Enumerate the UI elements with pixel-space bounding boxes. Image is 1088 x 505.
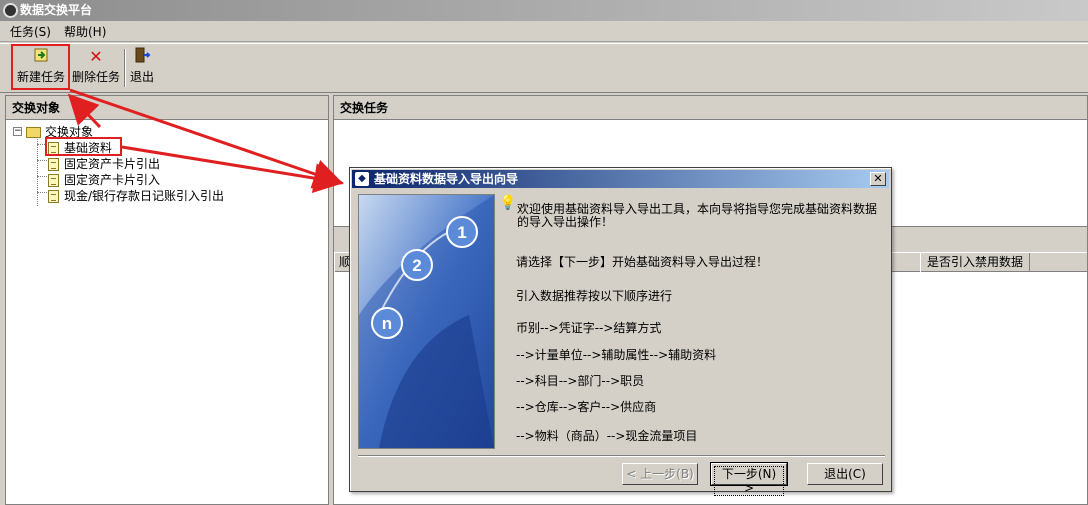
exchange-objects-panel: 交换对象 − 交换对象 基础资料 固定资产卡片引出 固定资产卡片引入 现金/银行…	[5, 95, 329, 505]
exit-button[interactable]: 退出	[128, 46, 156, 90]
next-button[interactable]: 下一步(N) >	[710, 462, 788, 496]
wizard-step-3: -->科目-->部门-->职员	[516, 374, 645, 388]
window-title: 数据交换平台	[20, 3, 93, 17]
tree-item-cash-journal[interactable]: 现金/银行存款日记账引入引出	[48, 188, 224, 204]
menu-task[interactable]: 任务(S)	[8, 24, 53, 40]
wizard-step-5: -->物料（商品）-->现金流量项目	[516, 429, 698, 443]
dialog-app-icon: ◆	[355, 172, 369, 186]
document-icon	[48, 158, 59, 171]
import-export-wizard-dialog: ◆ 基础资料数据导入导出向导 ✕ 1 2 n 💡 欢迎使用基础资料导入导出工具，…	[349, 167, 892, 496]
exit-door-icon	[128, 46, 156, 68]
column-header-import-disabled[interactable]: 是否引入禁用数据	[920, 253, 1030, 272]
exchange-objects-header: 交换对象	[6, 96, 328, 120]
step-number-n: n	[382, 314, 392, 333]
tree-connector	[37, 136, 38, 206]
tree-collapse-toggle[interactable]: −	[13, 127, 22, 136]
menu-bar: 任务(S) 帮助(H)	[0, 22, 1088, 42]
tree-connector	[37, 160, 47, 161]
toolbar-separator	[124, 49, 126, 87]
wizard-banner-image: 1 2 n	[358, 194, 495, 449]
annotation-highlight-new-task	[11, 44, 70, 90]
delete-icon: ✕	[89, 47, 103, 66]
tree-item-label: 固定资产卡片引出	[64, 157, 161, 171]
delete-task-label: 删除任务	[71, 70, 120, 84]
tree-item-label: 现金/银行存款日记账引入引出	[64, 189, 225, 203]
wizard-order-title: 引入数据推荐按以下顺序进行	[516, 289, 673, 303]
next-button-label: 下一步(N) >	[714, 466, 784, 496]
window-title-bar: 数据交换平台	[0, 0, 1088, 21]
dialog-separator	[358, 455, 885, 457]
document-icon	[48, 190, 59, 203]
wizard-instruction: 请选择【下一步】开始基础资料导入导出过程！	[516, 255, 769, 269]
wizard-step-1: 币别-->凭证字-->结算方式	[516, 321, 662, 335]
dialog-title: 基础资料数据导入导出向导	[374, 172, 519, 186]
step-number-2: 2	[412, 256, 421, 275]
previous-button[interactable]: < 上一步(B)	[622, 463, 698, 485]
app-icon	[3, 3, 18, 18]
exit-label: 退出	[129, 70, 154, 84]
dialog-title-bar: ◆ 基础资料数据导入导出向导 ✕	[352, 170, 889, 188]
toolbar: 新建任务 ✕ 删除任务 退出	[0, 43, 1088, 93]
wizard-step-2: -->计量单位-->辅助属性-->辅助资料	[516, 348, 717, 362]
step-number-1: 1	[457, 223, 466, 242]
tree-item-label: 固定资产卡片引入	[64, 173, 161, 187]
delete-task-button[interactable]: ✕ 删除任务	[70, 46, 122, 90]
dialog-close-button[interactable]: ✕	[870, 172, 886, 186]
menu-help[interactable]: 帮助(H)	[62, 24, 108, 40]
wizard-intro-line2: 的导入导出操作！	[517, 215, 614, 229]
lightbulb-icon: 💡	[499, 195, 517, 211]
tree-connector	[37, 176, 47, 177]
exit-wizard-button[interactable]: 退出(C)	[807, 463, 883, 485]
folder-icon	[26, 127, 41, 138]
document-icon	[48, 174, 59, 187]
tree-item-fixed-asset-import[interactable]: 固定资产卡片引入	[48, 172, 160, 188]
annotation-highlight-basic-data	[45, 137, 122, 156]
wizard-step-4: -->仓库-->客户-->供应商	[516, 400, 657, 414]
tree-item-fixed-asset-export[interactable]: 固定资产卡片引出	[48, 156, 160, 172]
tree-connector	[37, 192, 47, 193]
exchange-tasks-header: 交换任务	[334, 96, 1087, 120]
